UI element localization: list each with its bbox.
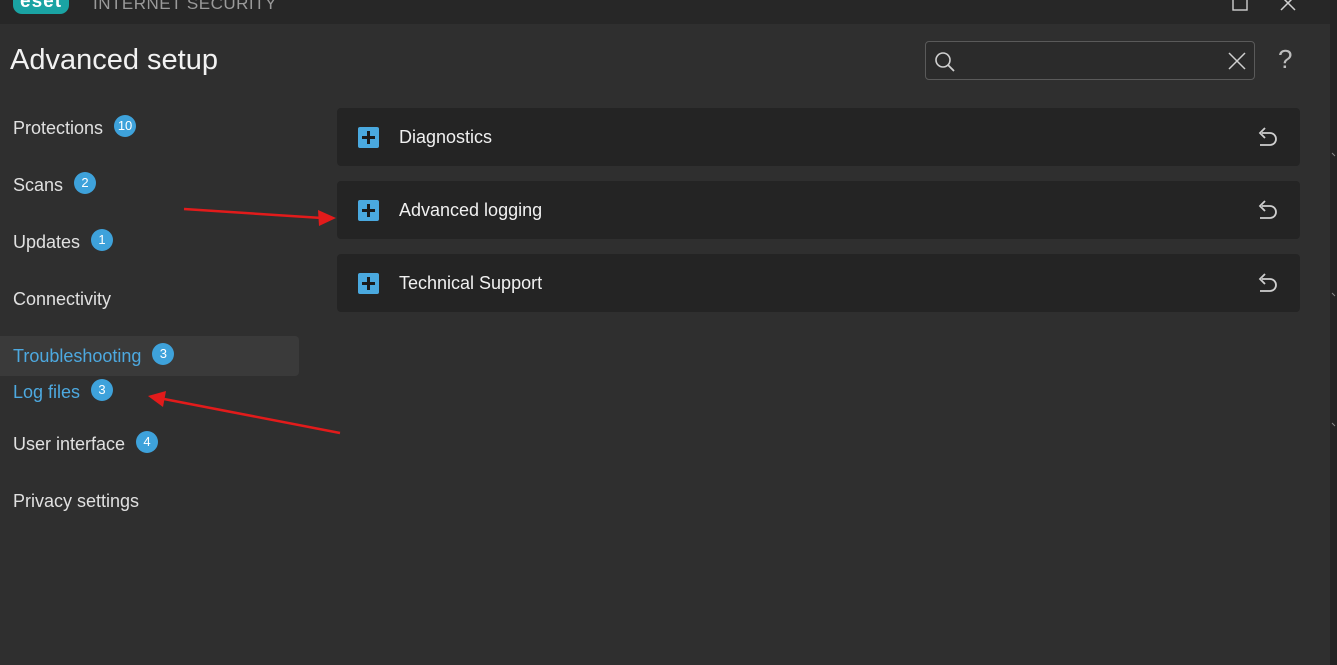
expand-plus-icon[interactable] [358,200,379,221]
sidebar-item-protections[interactable]: Protections 10 [0,108,299,148]
section-diagnostics[interactable]: Diagnostics [337,108,1300,166]
reset-icon[interactable] [1255,271,1279,295]
sidebar-item-label: Scans [13,175,64,195]
help-icon[interactable]: ? [1278,44,1292,75]
section-advanced-logging[interactable]: Advanced logging [337,181,1300,239]
annotation-arrows [148,207,341,435]
chevron-down-icon [1331,152,1336,157]
expand-plus-icon[interactable] [358,273,379,294]
sidebar-item-label: Privacy settings [13,491,140,511]
count-badge: 3 [91,379,114,402]
chevron-down-icon [1331,422,1336,427]
title-bar: eset INTERNET SECURITY [0,0,1330,24]
close-icon[interactable] [1278,0,1298,14]
sidebar-item-log-files[interactable]: Log files 3 [0,372,299,412]
count-badge: 2 [74,172,97,195]
search-icon [935,52,955,72]
maximize-icon[interactable] [1230,0,1250,14]
sidebar-item-troubleshooting[interactable]: Troubleshooting 3 [0,336,299,376]
sidebar-item-label: Protections [13,118,104,138]
reset-icon[interactable] [1255,198,1279,222]
sidebar-item-scans[interactable]: Scans 2 [0,165,299,205]
reset-icon[interactable] [1255,125,1279,149]
section-label: Technical Support [399,273,543,293]
page-title: Advanced setup [10,44,218,76]
search-box[interactable] [925,41,1255,80]
product-name: INTERNET SECURITY [93,0,277,13]
count-badge: 10 [114,115,137,138]
expand-plus-icon[interactable] [358,127,379,148]
sidebar-item-label: Updates [13,232,81,252]
count-badge: 1 [91,229,114,252]
eset-logo: eset [13,0,70,14]
sidebar-item-label: Connectivity [13,289,112,309]
section-label: Diagnostics [399,127,493,147]
count-badge: 4 [136,431,159,454]
clear-icon[interactable] [1228,52,1246,70]
sidebar-item-label: Troubleshooting [13,346,142,366]
sidebar-item-connectivity[interactable]: Connectivity [0,279,299,319]
sidebar-item-label: User interface [13,434,126,454]
sidebar-item-label: Log files [13,382,81,402]
section-label: Advanced logging [399,200,543,220]
search-input[interactable] [962,48,1216,74]
sidebar-item-updates[interactable]: Updates 1 [0,222,299,262]
window-edge [1330,0,1337,665]
sidebar-item-user-interface[interactable]: User interface 4 [0,424,299,464]
count-badge: 3 [152,343,175,366]
sidebar-item-privacy-settings[interactable]: Privacy settings [0,481,299,521]
chevron-down-icon [1331,292,1336,297]
section-technical-support[interactable]: Technical Support [337,254,1300,312]
